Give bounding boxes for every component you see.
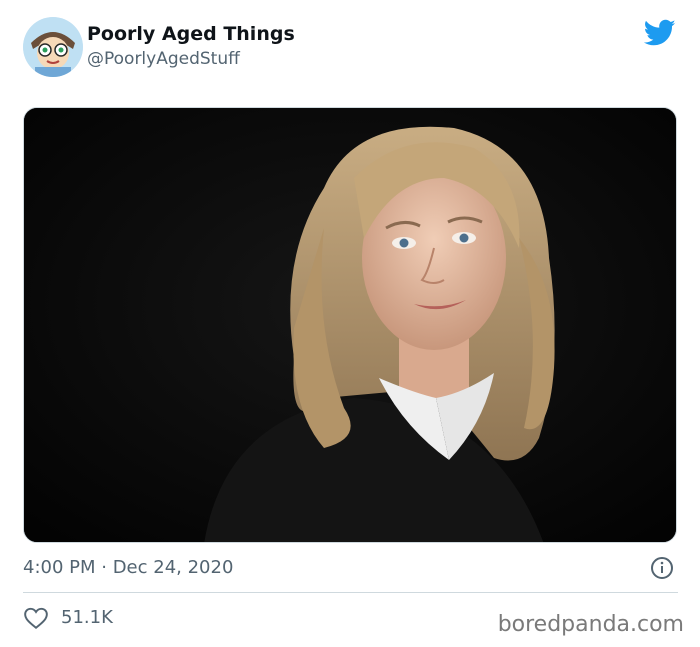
info-icon[interactable] [650,556,674,580]
like-button[interactable]: 51.1K [23,605,113,631]
heart-icon[interactable] [23,605,49,631]
tweet-header: Poorly Aged Things @PoorlyAgedStuff [23,17,678,79]
tweet-actions: 51.1K [23,605,113,633]
avatar[interactable] [23,17,83,77]
divider [23,592,678,593]
tweet-meta: 4:00 PM · Dec 24, 2020 [23,555,678,581]
user-handle[interactable]: @PoorlyAgedStuff [87,47,295,71]
tweet-timestamp[interactable]: 4:00 PM · Dec 24, 2020 [23,557,233,578]
tweet-photo[interactable] [23,107,677,543]
watermark: boredpanda.com [497,612,684,637]
tweet-card: Poorly Aged Things @PoorlyAgedStuff 4:00… [0,0,700,647]
author-block: Poorly Aged Things @PoorlyAgedStuff [87,21,295,71]
twitter-bird-icon[interactable] [643,19,676,47]
display-name[interactable]: Poorly Aged Things [87,21,295,47]
like-count: 51.1K [61,607,113,628]
